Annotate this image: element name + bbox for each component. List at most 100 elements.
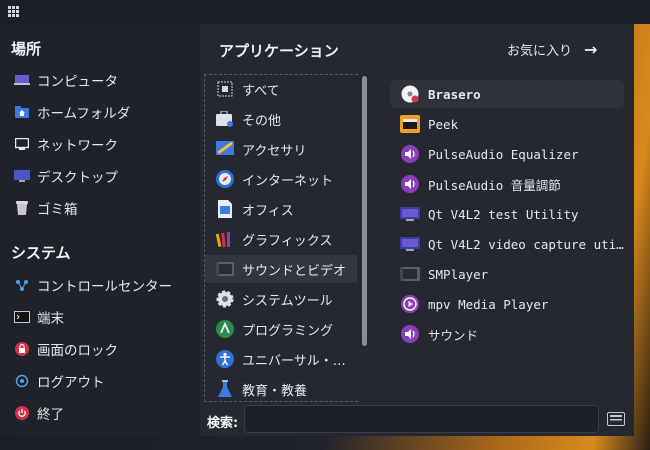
app-label: PulseAudio Equalizer (428, 146, 579, 162)
category-accessories[interactable]: アクセサリ (205, 135, 357, 163)
office-icon (215, 199, 235, 219)
all-apps-icon (215, 79, 235, 99)
app-pulseaudio-volume[interactable]: PulseAudio 音量調節 (390, 170, 624, 198)
sidebar: 場所 コンピュータ ホームフォルダ ネットワーク デスクトップ ゴミ箱 システム… (0, 24, 200, 436)
favorites-label: お気に入り (507, 44, 573, 59)
trash-icon (14, 200, 30, 216)
category-system-tools[interactable]: システムツール (205, 285, 357, 313)
app-brasero[interactable]: Brasero (390, 80, 624, 108)
application-menu: 場所 コンピュータ ホームフォルダ ネットワーク デスクトップ ゴミ箱 システム… (0, 24, 634, 436)
smplayer-icon (400, 264, 420, 284)
search-input[interactable] (244, 405, 599, 433)
system-logout[interactable]: ログアウト (14, 370, 105, 392)
place-label: ネットワーク (37, 138, 118, 154)
app-peek[interactable]: Peek (390, 110, 624, 138)
system-tools-icon (215, 289, 235, 309)
place-label: ホームフォルダ (37, 106, 131, 122)
control-center-icon (14, 277, 30, 293)
app-label: mpv Media Player (428, 296, 549, 312)
system-label: 画面のロック (37, 343, 118, 359)
education-icon (215, 379, 235, 399)
top-panel (0, 0, 650, 24)
category-sound-video[interactable]: サウンドとビデオ (205, 255, 357, 283)
system-control-center[interactable]: コントロールセンター (14, 274, 172, 296)
arrow-right-icon: → (584, 40, 598, 59)
app-pulseaudio-equalizer[interactable]: PulseAudio Equalizer (390, 140, 624, 168)
app-label: Brasero (428, 86, 481, 102)
pulseaudio-icon (400, 144, 420, 164)
place-label: デスクトップ (37, 170, 118, 186)
place-label: ゴミ箱 (37, 202, 78, 218)
app-label: Peek (428, 116, 459, 132)
home-folder-icon (14, 104, 30, 120)
category-programming[interactable]: プログラミング (205, 315, 357, 343)
sound-video-icon (215, 259, 235, 279)
app-smplayer[interactable]: SMPlayer (390, 260, 624, 288)
favorites-button[interactable]: お気に入り → (507, 40, 597, 59)
peek-icon (400, 114, 420, 134)
system-label: 端末 (37, 311, 64, 327)
category-label: ユニバーサル・… (242, 353, 346, 369)
places-heading: 場所 (11, 40, 42, 58)
place-home-folder[interactable]: ホームフォルダ (14, 101, 130, 123)
category-label: すべて (242, 83, 280, 99)
category-label: オフィス (242, 203, 294, 219)
category-internet[interactable]: インターネット (205, 165, 357, 193)
programming-icon (215, 319, 235, 339)
app-label: SMPlayer (428, 266, 489, 282)
power-icon (14, 405, 30, 421)
accessories-icon (215, 139, 235, 159)
system-label: コントロールセンター (37, 279, 172, 295)
category-other[interactable]: その他 (205, 105, 357, 133)
place-label: コンピュータ (37, 74, 118, 90)
network-icon (14, 136, 30, 152)
category-label: プログラミング (242, 323, 334, 339)
logout-icon (14, 373, 30, 389)
app-qt-v4l2-test[interactable]: Qt V4L2 test Utility (390, 200, 624, 228)
app-sound[interactable]: サウンド (390, 320, 624, 348)
computer-icon (14, 72, 30, 88)
category-list: すべて その他 アクセサリ インターネット オフィス グラフィックス サウンドと… (204, 74, 358, 402)
system-heading: システム (11, 244, 71, 262)
mpv-icon (400, 294, 420, 314)
category-graphics[interactable]: グラフィックス (205, 225, 357, 253)
terminal-icon (14, 309, 30, 325)
place-network[interactable]: ネットワーク (14, 133, 118, 155)
category-education[interactable]: 教育・教養 (205, 375, 357, 403)
brasero-icon (400, 84, 420, 104)
applications-menu-icon[interactable] (8, 6, 19, 17)
category-scrollbar[interactable] (362, 76, 367, 346)
system-shutdown[interactable]: 終了 (14, 402, 64, 424)
app-label: Qt V4L2 test Utility (428, 206, 579, 222)
category-label: グラフィックス (242, 233, 333, 249)
app-label: PulseAudio 音量調節 (428, 177, 561, 193)
place-trash[interactable]: ゴミ箱 (14, 197, 78, 219)
keyboard-icon[interactable] (606, 409, 626, 429)
app-label: サウンド (428, 327, 479, 343)
category-all[interactable]: すべて (205, 75, 357, 103)
system-label: ログアウト (37, 375, 105, 391)
category-label: システムツール (242, 293, 333, 309)
category-label: その他 (242, 113, 282, 129)
app-mpv[interactable]: mpv Media Player (390, 290, 624, 318)
applications-heading: アプリケーション (219, 42, 339, 60)
app-qt-v4l2-capture[interactable]: Qt V4L2 video capture uti… (390, 230, 624, 258)
lock-icon (14, 341, 30, 357)
search-label: 検索: (207, 416, 239, 431)
sound-icon (400, 324, 420, 344)
qvidcap-icon (400, 234, 420, 254)
graphics-icon (215, 229, 235, 249)
place-computer[interactable]: コンピュータ (14, 69, 118, 91)
category-accessibility[interactable]: ユニバーサル・… (205, 345, 357, 373)
other-icon (215, 109, 235, 129)
pulseaudio-icon (400, 174, 420, 194)
system-label: 終了 (37, 407, 64, 423)
category-label: 教育・教養 (242, 383, 308, 399)
category-label: サウンドとビデオ (242, 263, 347, 279)
category-label: インターネット (242, 173, 334, 189)
system-terminal[interactable]: 端末 (14, 306, 64, 328)
system-lock-screen[interactable]: 画面のロック (14, 338, 118, 360)
accessibility-icon (215, 349, 235, 369)
place-desktop[interactable]: デスクトップ (14, 165, 118, 187)
category-office[interactable]: オフィス (205, 195, 357, 223)
